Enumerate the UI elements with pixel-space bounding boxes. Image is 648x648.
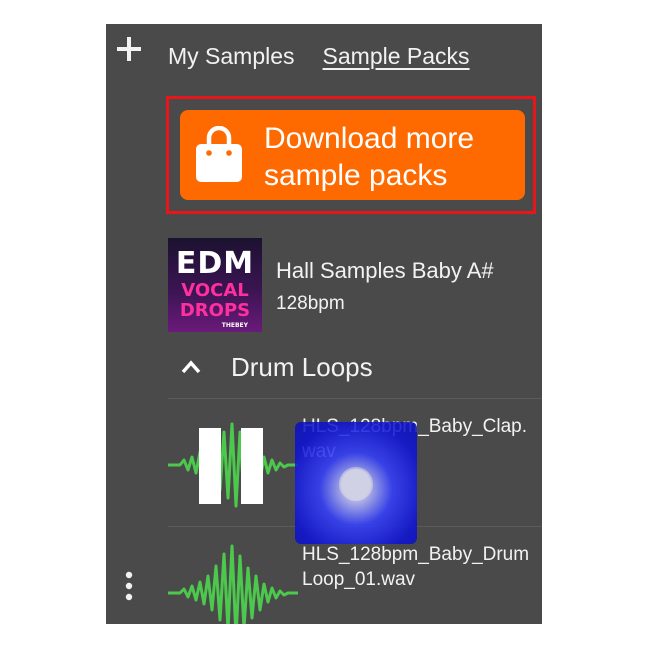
download-label-line-1: Download more: [264, 122, 475, 155]
sample-file-name: HLS_128bpm_Baby_Clap.wav: [302, 416, 527, 462]
pack-cover-image: EDM VOCAL DROPS THEBEY: [168, 238, 262, 332]
download-more-packs-button[interactable]: Download more sample packs: [180, 110, 525, 200]
divider: [168, 398, 542, 399]
sample-file-name: HLS_128bpm_Baby_DrumLoop_01.wav: [302, 544, 530, 590]
more-options-button[interactable]: [116, 570, 142, 604]
divider: [168, 526, 542, 527]
more-vertical-icon: [125, 571, 133, 601]
pack-bpm: 128bpm: [276, 293, 345, 314]
plus-icon: [117, 37, 141, 61]
tab-bar: My Samples Sample Packs: [168, 42, 470, 70]
cover-text-4: THEBEY: [221, 322, 248, 329]
sample-pack-item[interactable]: EDM VOCAL DROPS THEBEY Hall Samples Baby…: [168, 238, 542, 334]
cover-text-2: VOCAL: [181, 280, 249, 301]
shopping-bag-icon: [196, 126, 242, 182]
add-button[interactable]: [116, 36, 142, 62]
cover-text-3: DROPS: [179, 300, 251, 321]
sample-browser-panel: My Samples Sample Packs Download more sa…: [106, 24, 542, 624]
download-label-line-2: sample packs: [264, 159, 448, 192]
drum-loops-section-header[interactable]: Drum Loops: [168, 348, 542, 388]
pack-title: Hall Samples Baby A#: [276, 258, 494, 283]
sample-row[interactable]: HLS_128bpm_Baby_Clap.wav: [168, 402, 542, 528]
chevron-up-icon: [181, 360, 201, 374]
waveform-icon: [168, 544, 298, 624]
pause-icon[interactable]: [199, 428, 263, 504]
tab-my-samples[interactable]: My Samples: [168, 42, 295, 70]
download-button-label: Download more sample packs: [264, 120, 474, 194]
cover-text-1: EDM: [175, 246, 255, 281]
sample-row[interactable]: HLS_128bpm_Baby_DrumLoop_01.wav: [168, 530, 542, 624]
section-label: Drum Loops: [231, 352, 373, 382]
left-rail: [106, 24, 152, 624]
tab-sample-packs[interactable]: Sample Packs: [323, 42, 470, 70]
